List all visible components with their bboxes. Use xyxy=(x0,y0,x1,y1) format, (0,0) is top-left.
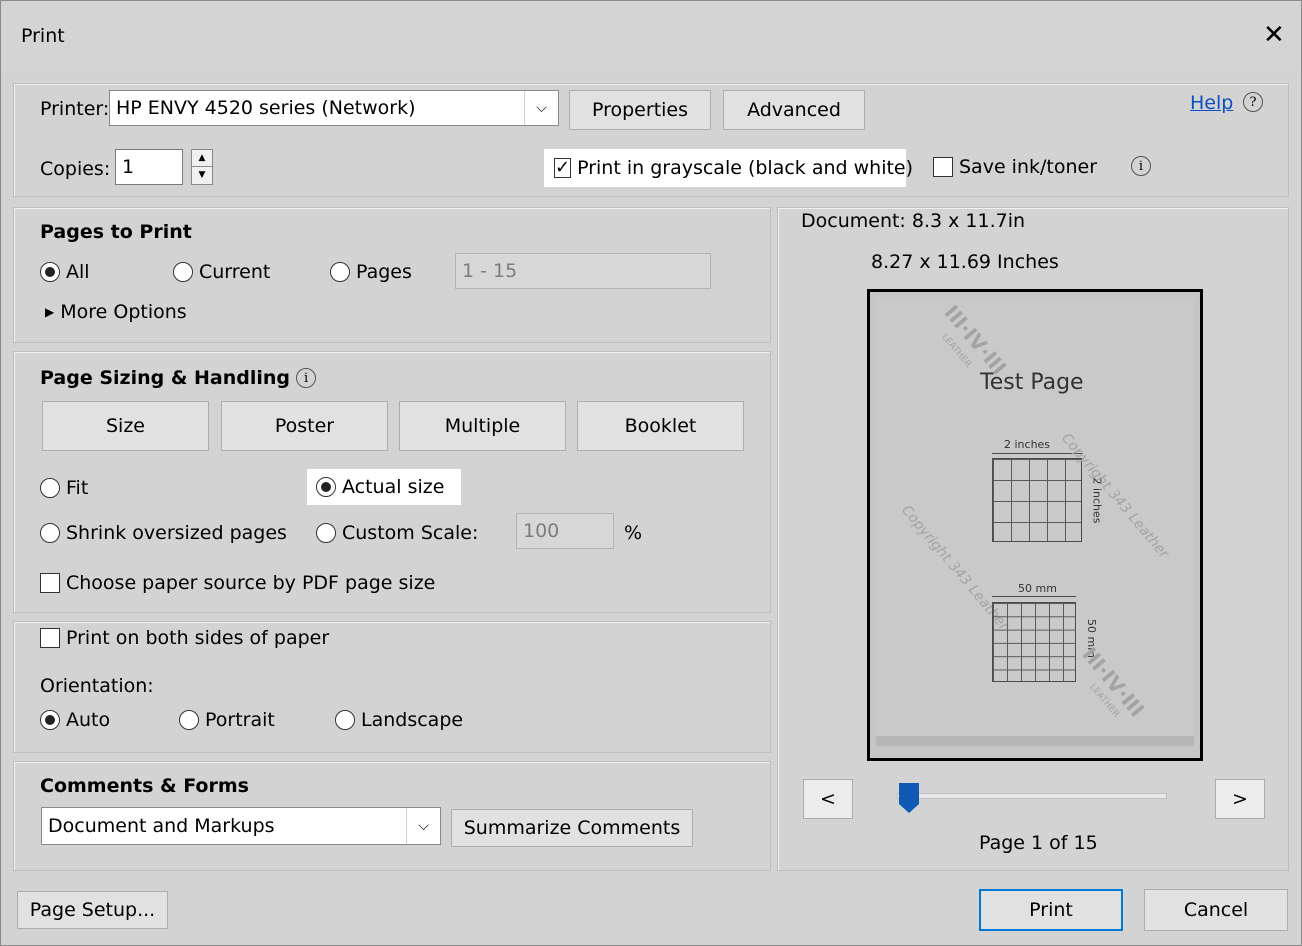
orientation-label: Orientation: xyxy=(40,675,154,697)
orientation-auto-option[interactable]: Auto xyxy=(40,709,110,731)
window-title: Print xyxy=(21,25,65,47)
copies-input[interactable]: 1 xyxy=(115,149,183,185)
comments-forms-heading: Comments & Forms xyxy=(40,775,249,797)
pages-current-radio[interactable] xyxy=(173,262,193,282)
stepper-down-icon[interactable]: ▼ xyxy=(192,167,212,184)
fit-radio[interactable] xyxy=(40,478,60,498)
stepper-up-icon[interactable]: ▲ xyxy=(192,150,212,167)
percent-label: % xyxy=(624,522,643,544)
document-size: Document: 8.3 x 11.7in xyxy=(801,210,1026,232)
test-page-title: Test Page xyxy=(980,370,1084,395)
dimension-line xyxy=(992,596,1076,597)
orientation-portrait-label: Portrait xyxy=(205,709,275,731)
actual-size-label: Actual size xyxy=(342,476,445,498)
chevron-down-icon: ⌵ xyxy=(406,808,440,844)
orientation-landscape-option[interactable]: Landscape xyxy=(335,709,463,731)
print-button[interactable]: Print xyxy=(979,889,1123,931)
custom-scale-input[interactable]: 100 xyxy=(516,513,614,549)
tab-size[interactable]: Size xyxy=(42,401,209,451)
info-icon[interactable]: i xyxy=(296,368,317,388)
close-icon[interactable]: ✕ xyxy=(1263,21,1285,49)
both-sides-label: Print on both sides of paper xyxy=(66,627,330,649)
preview-page: III·IV·III LEATHER Test Page 2 inches 2 … xyxy=(876,298,1194,746)
grayscale-option[interactable]: ✓ Print in grayscale (black and white) xyxy=(544,149,913,187)
shrink-radio[interactable] xyxy=(40,523,60,543)
tab-multiple[interactable]: Multiple xyxy=(399,401,566,451)
pages-current-label: Current xyxy=(199,261,271,283)
pages-range-radio[interactable] xyxy=(330,262,350,282)
page-sizing-heading: Page Sizing & Handling xyxy=(40,367,291,389)
comments-forms-select[interactable]: Document and Markups ⌵ xyxy=(41,807,441,845)
pages-all-radio[interactable] xyxy=(40,262,60,282)
shrink-label: Shrink oversized pages xyxy=(66,522,287,544)
pages-to-print-heading: Pages to Print xyxy=(40,221,192,243)
title-bar: Print ✕ xyxy=(1,1,1301,71)
properties-button[interactable]: Properties xyxy=(569,90,711,130)
page-preview: III·IV·III LEATHER Test Page 2 inches 2 … xyxy=(867,289,1203,761)
custom-scale-label: Custom Scale: xyxy=(342,522,479,544)
more-options-toggle[interactable]: ▶ More Options xyxy=(45,301,187,323)
save-ink-checkbox[interactable] xyxy=(933,157,953,177)
actual-size-option[interactable]: Actual size xyxy=(307,469,461,505)
custom-scale-option[interactable]: Custom Scale: xyxy=(316,522,478,544)
printer-select[interactable]: HP ENVY 4520 series (Network) ⌵ xyxy=(109,90,559,126)
page-setup-button[interactable]: Page Setup... xyxy=(17,891,168,929)
fit-label: Fit xyxy=(66,477,89,499)
comments-forms-value: Document and Markups xyxy=(48,815,275,837)
pages-range-option[interactable]: Pages xyxy=(330,261,412,283)
help-icon[interactable]: ? xyxy=(1243,92,1263,112)
mm-grid xyxy=(992,602,1076,682)
paper-size: 8.27 x 11.69 Inches xyxy=(871,251,1059,273)
advanced-button[interactable]: Advanced xyxy=(723,90,865,130)
paper-source-option[interactable]: Choose paper source by PDF page size xyxy=(40,572,435,594)
page-indicator: Page 1 of 15 xyxy=(979,832,1098,854)
custom-scale-radio[interactable] xyxy=(316,523,336,543)
pages-all-label: All xyxy=(66,261,90,283)
printer-select-value: HP ENVY 4520 series (Network) xyxy=(116,97,416,119)
orientation-portrait-option[interactable]: Portrait xyxy=(179,709,275,731)
printer-label: Printer: xyxy=(40,98,110,120)
inch-grid xyxy=(992,458,1082,542)
orientation-auto-radio[interactable] xyxy=(40,710,60,730)
orientation-landscape-label: Landscape xyxy=(361,709,464,731)
save-ink-option[interactable]: Save ink/toner xyxy=(933,156,1097,178)
both-sides-option[interactable]: Print on both sides of paper xyxy=(40,627,329,649)
page-sizing-heading-row: Page Sizing & Handling i xyxy=(40,367,317,389)
next-page-button[interactable]: > xyxy=(1215,779,1265,819)
summarize-comments-button[interactable]: Summarize Comments xyxy=(451,809,693,847)
grayscale-checkbox[interactable]: ✓ xyxy=(554,158,572,178)
more-options-label: More Options xyxy=(60,301,187,323)
orientation-portrait-radio[interactable] xyxy=(179,710,199,730)
grayscale-label: Print in grayscale (black and white) xyxy=(577,157,914,179)
tab-booklet[interactable]: Booklet xyxy=(577,401,744,451)
help-link[interactable]: Help xyxy=(1190,92,1233,114)
tab-poster[interactable]: Poster xyxy=(221,401,388,451)
pages-range-input[interactable]: 1 - 15 xyxy=(455,253,711,289)
copies-stepper[interactable]: ▲ ▼ xyxy=(191,149,213,185)
page-slider-track[interactable] xyxy=(897,793,1167,799)
cancel-button[interactable]: Cancel xyxy=(1144,889,1288,931)
grid-top-label: 2 inches xyxy=(1004,438,1051,451)
actual-size-radio[interactable] xyxy=(316,477,336,497)
triangle-right-icon: ▶ xyxy=(45,305,55,319)
print-dialog: Print ✕ Printer: HP ENVY 4520 series (Ne… xyxy=(0,0,1302,946)
pages-range-label: Pages xyxy=(356,261,412,283)
mm-grid-top-label: 50 mm xyxy=(1018,582,1057,595)
fit-option[interactable]: Fit xyxy=(40,477,88,499)
save-ink-label: Save ink/toner xyxy=(959,156,1098,178)
orientation-landscape-radio[interactable] xyxy=(335,710,355,730)
both-sides-checkbox[interactable] xyxy=(40,628,60,648)
paper-source-checkbox[interactable] xyxy=(40,573,60,593)
shrink-option[interactable]: Shrink oversized pages xyxy=(40,522,287,544)
info-icon[interactable]: i xyxy=(1131,156,1151,176)
chevron-down-icon: ⌵ xyxy=(524,91,558,125)
pages-all-option[interactable]: All xyxy=(40,261,90,283)
orientation-auto-label: Auto xyxy=(66,709,111,731)
previous-page-button[interactable]: < xyxy=(803,779,853,819)
paper-source-label: Choose paper source by PDF page size xyxy=(66,572,436,594)
pages-current-option[interactable]: Current xyxy=(173,261,270,283)
copies-label: Copies: xyxy=(40,158,111,180)
